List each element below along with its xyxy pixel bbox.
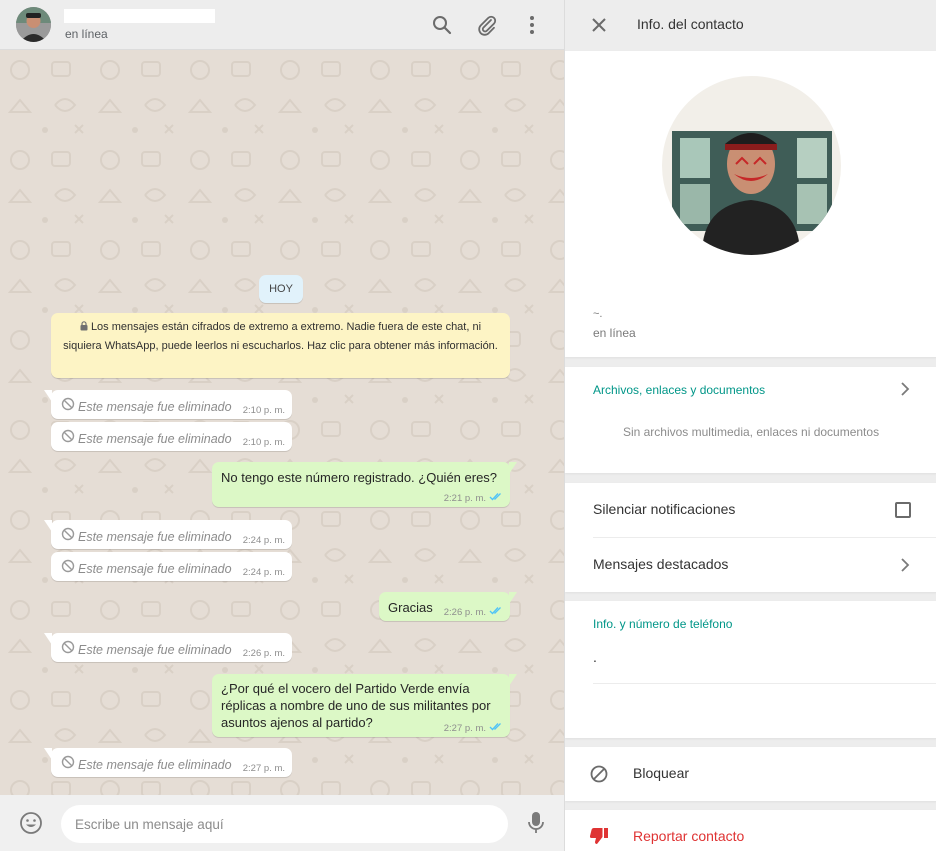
contact-name-redacted bbox=[64, 9, 215, 23]
double-check-icon bbox=[489, 492, 503, 504]
phone-section: Info. y número de teléfono . bbox=[565, 601, 936, 738]
message-time: 2:26 p. m. bbox=[242, 648, 285, 659]
phone-number-value: . bbox=[593, 649, 597, 665]
message-bubble[interactable]: Este mensaje fue eliminado 2:27 p. m. bbox=[44, 748, 292, 777]
media-empty-text: Sin archivos multimedia, enlaces ni docu… bbox=[622, 425, 880, 439]
message-bubble[interactable]: Este mensaje fue eliminado 2:10 p. m. bbox=[51, 422, 292, 451]
chat-header: en línea bbox=[0, 0, 564, 50]
message-composer bbox=[0, 795, 564, 851]
contact-status-detail: en línea bbox=[593, 326, 636, 340]
message-time: 2:27 p. m. bbox=[242, 763, 285, 774]
contact-about: ~. bbox=[593, 308, 603, 320]
blocked-icon bbox=[61, 527, 75, 546]
attach-icon[interactable] bbox=[475, 13, 499, 37]
contact-info-title: Info. del contacto bbox=[637, 16, 744, 32]
report-label: Reportar contacto bbox=[633, 828, 745, 844]
lock-icon bbox=[80, 319, 88, 337]
close-icon[interactable] bbox=[587, 13, 611, 37]
profile-photo-image bbox=[662, 76, 841, 255]
phone-section-label: Info. y número de teléfono bbox=[593, 617, 733, 631]
deleted-message-row: Este mensaje fue eliminado bbox=[61, 559, 232, 578]
deleted-message-row: Este mensaje fue eliminado bbox=[61, 527, 232, 546]
message-text: Este mensaje fue eliminado bbox=[78, 757, 232, 772]
settings-section: Silenciar notificaciones Mensajes destac… bbox=[565, 483, 936, 592]
deleted-message-row: Este mensaje fue eliminado bbox=[61, 397, 232, 416]
encryption-notice[interactable]: Los mensajes están cifrados de extremo a… bbox=[51, 313, 510, 378]
contact-avatar-image bbox=[16, 7, 51, 42]
contact-status: en línea bbox=[65, 27, 108, 41]
media-label: Archivos, enlaces y documentos bbox=[593, 383, 766, 397]
message-bubble[interactable]: Este mensaje fue eliminado 2:24 p. m. bbox=[44, 520, 292, 549]
mute-checkbox[interactable] bbox=[895, 502, 911, 518]
message-text: Este mensaje fue eliminado bbox=[78, 642, 232, 657]
message-input[interactable] bbox=[61, 805, 508, 843]
starred-messages-row[interactable]: Mensajes destacados bbox=[565, 538, 936, 592]
double-check-icon bbox=[489, 722, 503, 734]
report-section: Reportar contacto bbox=[565, 810, 936, 851]
deleted-message-row: Este mensaje fue eliminado bbox=[61, 755, 232, 774]
message-text: Este mensaje fue eliminado bbox=[78, 399, 232, 414]
message-time: 2:21 p. m. bbox=[443, 492, 486, 504]
block-row[interactable]: Bloquear bbox=[565, 747, 936, 801]
blocked-icon bbox=[61, 755, 75, 774]
menu-icon[interactable] bbox=[520, 13, 544, 37]
message-time: 2:10 p. m. bbox=[242, 437, 285, 448]
block-section: Bloquear bbox=[565, 747, 936, 801]
date-chip: HOY bbox=[259, 275, 303, 303]
message-time-row: 2:21 p. m. bbox=[444, 492, 503, 504]
message-bubble[interactable]: Este mensaje fue eliminado 2:24 p. m. bbox=[51, 552, 292, 581]
emoji-icon[interactable] bbox=[18, 810, 44, 836]
profile-section: ~. en línea bbox=[565, 51, 936, 357]
media-section: Archivos, enlaces y documentos Sin archi… bbox=[565, 367, 936, 473]
message-time: 2:10 p. m. bbox=[242, 405, 285, 416]
message-time: 2:27 p. m. bbox=[443, 722, 486, 734]
message-time-row: 2:26 p. m. bbox=[444, 606, 503, 618]
message-bubble[interactable]: Gracias 2:26 p. m. bbox=[379, 592, 517, 621]
thumbs-down-icon bbox=[589, 827, 609, 850]
blocked-icon bbox=[61, 559, 75, 578]
divider bbox=[593, 683, 936, 684]
block-label: Bloquear bbox=[633, 765, 690, 781]
media-row[interactable]: Archivos, enlaces y documentos bbox=[565, 367, 936, 412]
message-time-row: 2:27 p. m. bbox=[444, 722, 503, 734]
contact-avatar[interactable] bbox=[16, 7, 51, 42]
deleted-message-row: Este mensaje fue eliminado bbox=[61, 640, 232, 659]
blocked-icon bbox=[61, 429, 75, 448]
message-text: Este mensaje fue eliminado bbox=[78, 529, 232, 544]
report-row[interactable]: Reportar contacto bbox=[565, 810, 936, 851]
starred-messages-label: Mensajes destacados bbox=[593, 556, 729, 572]
chat-pane: en línea HOY Los mensajes están cifrados… bbox=[0, 0, 564, 851]
message-bubble[interactable]: Este mensaje fue eliminado 2:10 p. m. bbox=[44, 390, 292, 419]
message-time: 2:24 p. m. bbox=[242, 567, 285, 578]
message-bubble[interactable]: Este mensaje fue eliminado 2:26 p. m. bbox=[44, 633, 292, 662]
mute-row[interactable]: Silenciar notificaciones bbox=[565, 483, 936, 538]
message-bubble[interactable]: No tengo este número registrado. ¿Quién … bbox=[212, 462, 517, 507]
contact-info-header: Info. del contacto bbox=[565, 0, 936, 50]
blocked-icon bbox=[61, 397, 75, 416]
message-bubble[interactable]: ¿Por qué el vocero del Partido Verde env… bbox=[212, 674, 517, 737]
block-icon bbox=[590, 765, 608, 788]
mute-label: Silenciar notificaciones bbox=[593, 501, 736, 517]
message-text: Gracias bbox=[388, 600, 433, 615]
message-time: 2:26 p. m. bbox=[443, 606, 486, 618]
microphone-icon[interactable] bbox=[523, 810, 549, 836]
double-check-icon bbox=[489, 606, 503, 618]
message-text: Este mensaje fue eliminado bbox=[78, 431, 232, 446]
message-time: 2:24 p. m. bbox=[242, 535, 285, 546]
message-text: Este mensaje fue eliminado bbox=[78, 561, 232, 576]
chevron-right-icon bbox=[897, 381, 913, 397]
chevron-right-icon bbox=[897, 557, 913, 573]
deleted-message-row: Este mensaje fue eliminado bbox=[61, 429, 232, 448]
contact-info-pane: Info. del contacto ~. en línea Archivos,… bbox=[564, 0, 936, 851]
profile-photo[interactable] bbox=[662, 76, 841, 255]
search-icon[interactable] bbox=[430, 13, 454, 37]
blocked-icon bbox=[61, 640, 75, 659]
message-text: No tengo este número registrado. ¿Quién … bbox=[221, 470, 498, 485]
encryption-notice-text: Los mensajes están cifrados de extremo a… bbox=[63, 321, 498, 352]
